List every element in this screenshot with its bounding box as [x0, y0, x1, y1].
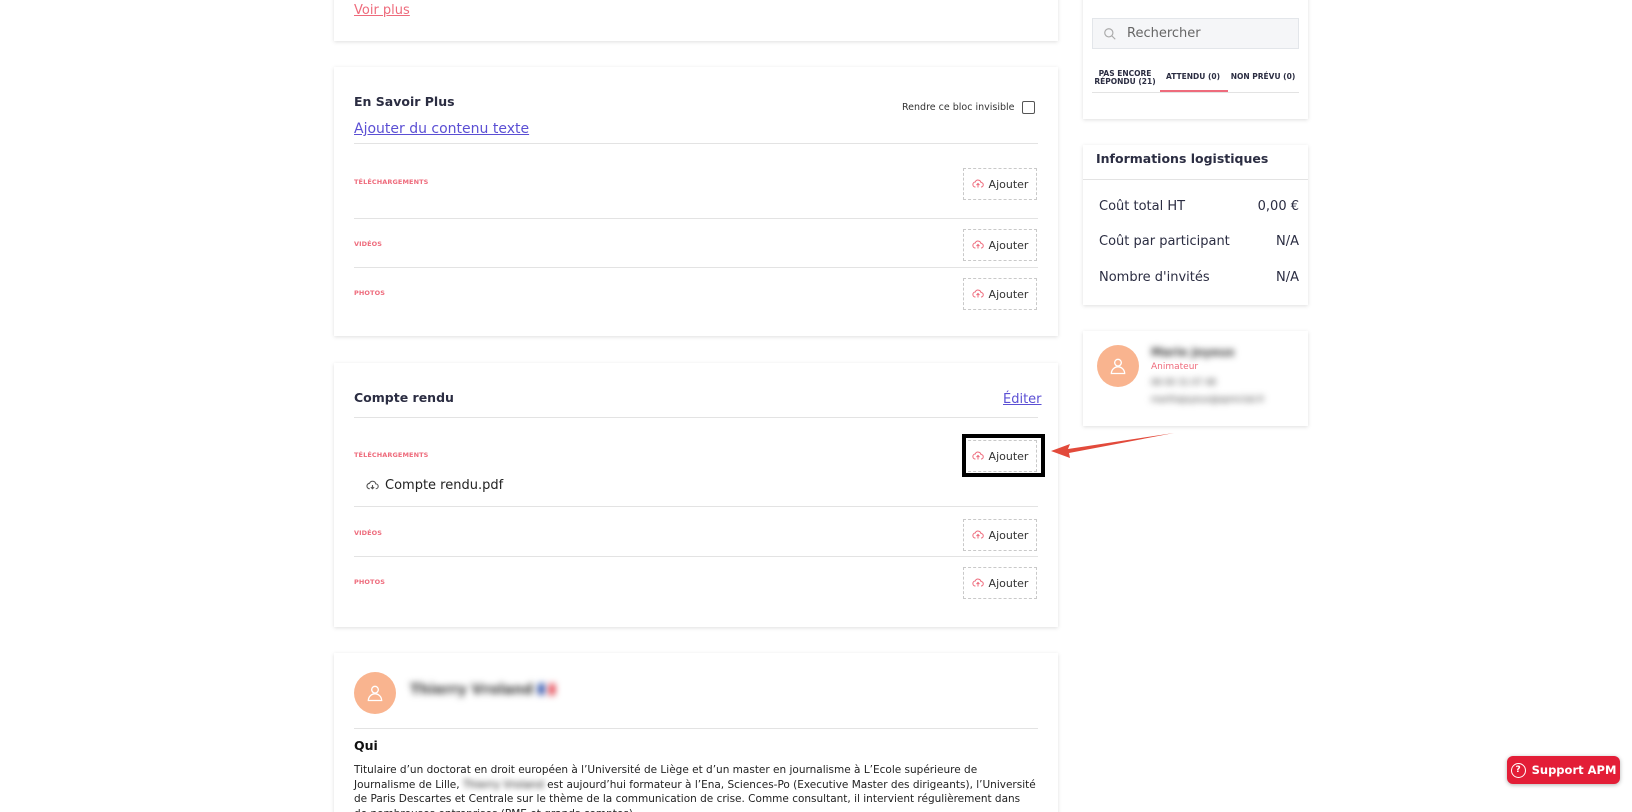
animator-avatar [1097, 345, 1139, 387]
search-icon [1104, 27, 1116, 40]
help-icon: ? [1510, 762, 1526, 778]
animator-name: Marie Joyeux [1151, 345, 1235, 359]
info-value: 0,00 € [1257, 199, 1299, 214]
animator-email: marthajoyeux@apmclub.fr [1151, 395, 1265, 405]
button-label: Ajouter [988, 576, 1029, 590]
section-label-downloads: TÉLÉCHARGEMENTS [354, 178, 429, 186]
divider [354, 267, 1038, 268]
speaker-bio: Titulaire d’un doctorat en droit europée… [354, 763, 1036, 812]
info-value: N/A [1276, 234, 1299, 249]
divider [354, 728, 1038, 729]
cloud-upload-icon [971, 240, 984, 249]
tab-not-responded[interactable]: PAS ENCORE RÉPONDU (21) [1093, 70, 1157, 86]
compte-rendu-title: Compte rendu [354, 390, 454, 405]
button-label: Ajouter [988, 287, 1029, 301]
user-icon [367, 685, 383, 702]
highlight-box [962, 434, 1045, 477]
section-label-photos: PHOTOS [354, 578, 385, 586]
invisible-checkbox[interactable] [1022, 101, 1036, 114]
divider [354, 218, 1038, 219]
file-item[interactable]: Compte rendu.pdf [366, 478, 503, 493]
top-card [334, 0, 1058, 41]
add-photo-button[interactable]: Ajouter [963, 567, 1037, 599]
invisible-label: Rendre ce bloc invisible [902, 102, 1015, 113]
tab-line: NON PRÉVU (0) [1230, 72, 1296, 81]
invisible-toggle[interactable]: Rendre ce bloc invisible [902, 101, 1036, 114]
add-video-button[interactable]: Ajouter [963, 519, 1037, 551]
divider [1083, 179, 1308, 180]
divider [354, 417, 1038, 418]
info-label: Nombre d'invités [1099, 270, 1210, 285]
button-label: Ajouter [988, 528, 1029, 542]
participant-search-input[interactable]: Rechercher [1092, 18, 1299, 49]
info-value: N/A [1276, 270, 1299, 285]
support-label: Support APM [1531, 763, 1617, 777]
animator-role: Animateur [1151, 362, 1199, 372]
cloud-upload-icon [971, 578, 984, 587]
info-row-guest-count: Nombre d'invités N/A [1099, 270, 1299, 285]
tab-expected[interactable]: ATTENDU (0) [1160, 73, 1226, 81]
tab-not-planned[interactable]: NON PRÉVU (0) [1229, 73, 1297, 81]
logistics-title: Informations logistiques [1096, 151, 1269, 166]
cloud-upload-icon [971, 289, 984, 298]
cloud-upload-icon [971, 530, 984, 539]
tab-line: ATTENDU (0) [1165, 72, 1221, 81]
button-label: Ajouter [988, 177, 1029, 191]
support-button[interactable]: ? Support APM [1507, 756, 1620, 784]
section-label-photos: PHOTOS [354, 289, 385, 297]
speaker-name: Thierry Vroland 🇫🇷 [410, 682, 556, 698]
section-label-videos: VIDÉOS [354, 240, 383, 248]
add-download-button[interactable]: Ajouter [963, 168, 1037, 200]
info-row-total-cost: Coût total HT 0,00 € [1099, 199, 1299, 214]
speaker-avatar [354, 672, 396, 714]
search-placeholder: Rechercher [1127, 26, 1201, 41]
info-label: Coût par participant [1099, 234, 1230, 249]
divider [354, 143, 1038, 144]
file-name: Compte rendu.pdf [385, 478, 504, 493]
cloud-upload-icon [971, 179, 984, 188]
edit-link[interactable]: Éditer [1003, 392, 1042, 407]
bio-blurred-name: Thierry Vroland [462, 778, 544, 791]
tab-line: RÉPONDU (21) [1094, 77, 1156, 86]
section-label-downloads: TÉLÉCHARGEMENTS [354, 451, 429, 459]
add-text-content-link[interactable]: Ajouter du contenu texte [354, 121, 529, 137]
cloud-download-icon [366, 480, 379, 490]
animator-phone: 06 00 31 07 48 [1151, 378, 1216, 388]
user-icon [1110, 358, 1126, 375]
add-photo-button[interactable]: Ajouter [963, 278, 1037, 310]
voir-plus-link[interactable]: Voir plus [354, 3, 410, 18]
info-row-cost-per-participant: Coût par participant N/A [1099, 234, 1299, 249]
button-label: Ajouter [988, 238, 1029, 252]
section-label-videos: VIDÉOS [354, 529, 383, 537]
divider [1092, 92, 1299, 93]
annotation-arrow-icon [1051, 433, 1174, 458]
add-video-button[interactable]: Ajouter [963, 229, 1037, 261]
en-savoir-plus-title: En Savoir Plus [354, 94, 455, 109]
qui-title: Qui [354, 738, 378, 753]
info-label: Coût total HT [1099, 199, 1186, 214]
divider [354, 506, 1038, 507]
divider [354, 556, 1038, 557]
